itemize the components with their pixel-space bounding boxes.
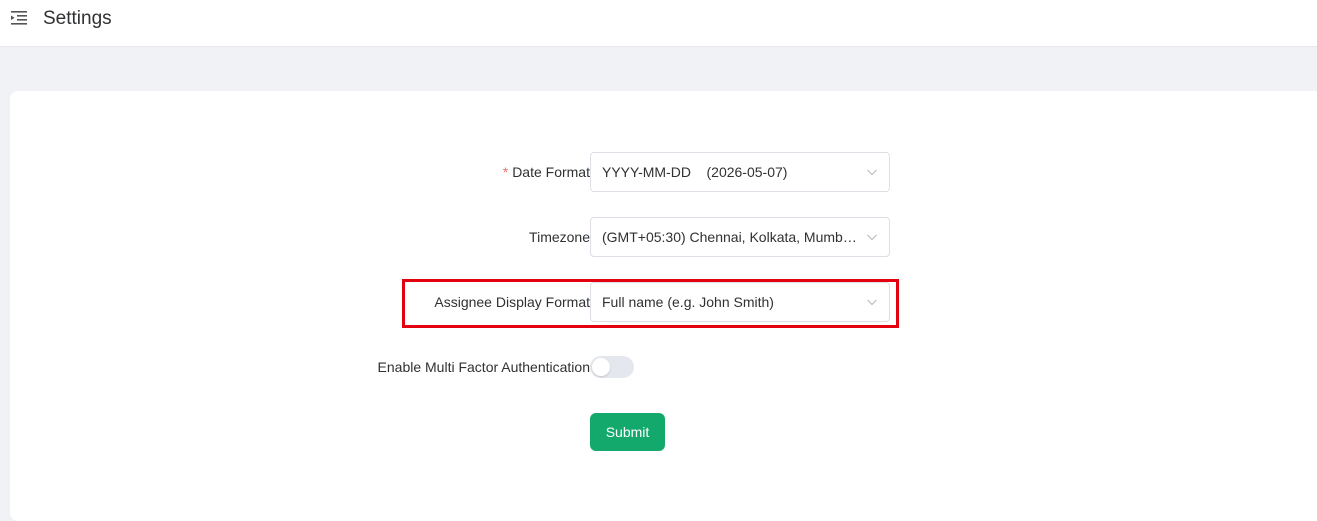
date-format-select[interactable]: YYYY-MM-DD (2026-05-07) — [590, 152, 890, 192]
date-format-label: * Date Format — [502, 164, 590, 180]
settings-card: * Date Format YYYY-MM-DD (2026-05-07) Tim… — [10, 91, 1317, 521]
timezone-row: Timezone (GMT+05:30) Chennai, Kolkata, M… — [10, 217, 1317, 257]
menu-fold-icon[interactable] — [10, 10, 28, 26]
timezone-label: Timezone — [529, 229, 590, 245]
chevron-down-icon — [867, 169, 877, 176]
timezone-value: (GMT+05:30) Chennai, Kolkata, Mumbai, Ne… — [602, 229, 863, 245]
page-title: Settings — [43, 8, 112, 29]
top-header: Settings — [0, 0, 1317, 47]
date-format-value: YYYY-MM-DD (2026-05-07) — [602, 164, 788, 180]
mfa-row: Enable Multi Factor Authentication — [10, 347, 1317, 387]
chevron-down-icon — [867, 234, 877, 241]
toggle-knob — [592, 358, 610, 376]
timezone-select[interactable]: (GMT+05:30) Chennai, Kolkata, Mumbai, Ne… — [590, 217, 890, 257]
mfa-toggle[interactable] — [590, 356, 634, 378]
highlight-box — [402, 279, 899, 328]
required-mark: * — [502, 164, 509, 180]
date-format-row: * Date Format YYYY-MM-DD (2026-05-07) — [10, 152, 1317, 192]
submit-button[interactable]: Submit — [590, 413, 665, 451]
mfa-label: Enable Multi Factor Authentication — [377, 359, 590, 375]
